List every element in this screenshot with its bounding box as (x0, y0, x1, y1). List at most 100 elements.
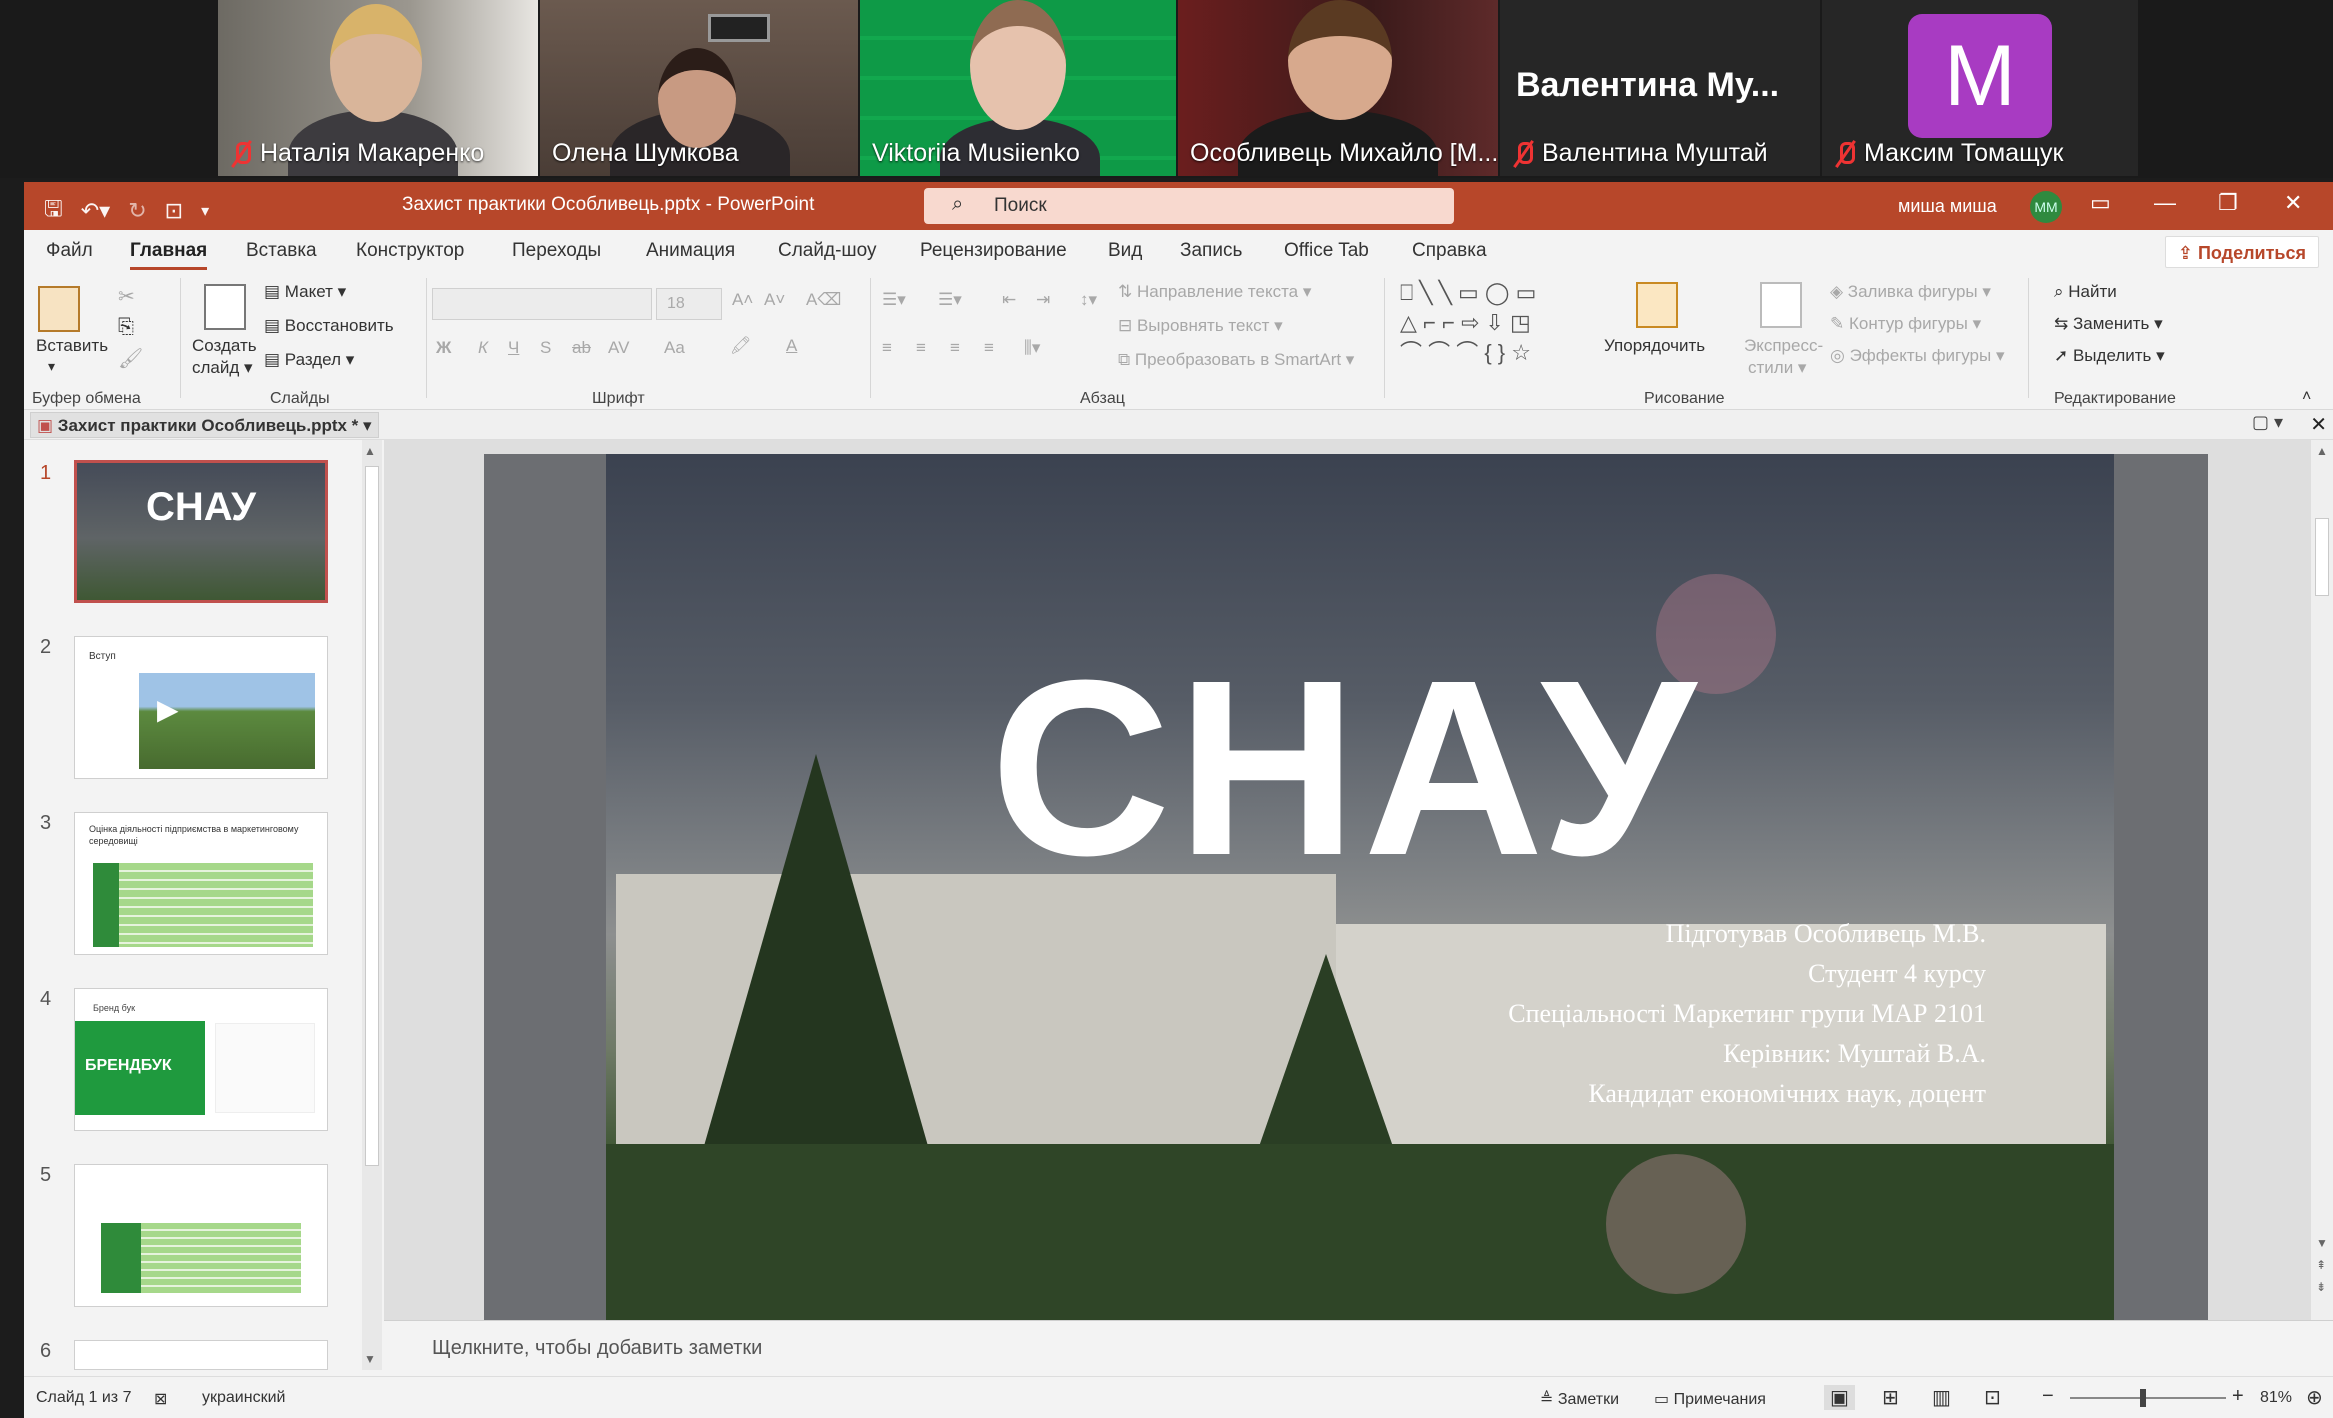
copy-icon[interactable]: ⎘ (118, 316, 134, 339)
shadow-icon[interactable]: S (540, 338, 551, 358)
tab-design[interactable]: Конструктор (356, 240, 464, 262)
zoom-out-icon[interactable]: − (2042, 1385, 2054, 1408)
save-icon[interactable]: 🖫 (44, 192, 63, 230)
new-slide-button[interactable]: Создать (192, 336, 257, 356)
tab-record[interactable]: Запись (1180, 240, 1242, 262)
user-name[interactable]: миша миша (1898, 196, 1997, 217)
shape-outline-button[interactable]: ✎ Контур фигуры ▾ (1830, 314, 1981, 334)
decrease-font-icon[interactable]: A˅ (764, 290, 785, 310)
columns-icon[interactable]: ⫼▾ (1024, 338, 1040, 358)
thumbnails-scrollbar[interactable]: ▲ ▼ (362, 440, 382, 1370)
zoom-slider-thumb[interactable] (2140, 1389, 2146, 1407)
tab-help[interactable]: Справка (1412, 240, 1487, 262)
participant-tile[interactable]: Viktoriia Musiienko (860, 0, 1176, 176)
scrollbar-thumb[interactable] (2315, 518, 2329, 596)
close-button[interactable]: ✕ (2284, 190, 2302, 216)
tab-menu-icon[interactable]: ▢ ▾ (2252, 412, 2283, 433)
participant-tile[interactable]: M Максим Томащук (1822, 0, 2138, 176)
current-slide[interactable]: СНАУ Підготував Особливець М.В. Студент … (484, 454, 2208, 1328)
layout-button[interactable]: ▤ Макет ▾ (264, 282, 346, 302)
tab-transitions[interactable]: Переходы (512, 240, 601, 262)
shapes-gallery[interactable]: ⎕ ╲ ╲ ▭ ◯ ▭ △ ⌐ ⌐ ⇨ ⇩ ◳ ⌒ ⌒ ⌒ { } ☆ (1400, 278, 1592, 372)
zoom-slider[interactable] (2070, 1389, 2226, 1407)
tab-view[interactable]: Вид (1108, 240, 1142, 262)
tab-animations[interactable]: Анимация (646, 240, 735, 262)
slide-thumbnail-6[interactable] (74, 1340, 328, 1370)
search-box[interactable]: ⌕ Поиск (924, 188, 1454, 224)
new-slide-icon[interactable] (204, 284, 246, 330)
strikethrough-icon[interactable]: ab (572, 338, 591, 358)
find-button[interactable]: ⌕ Найти (2054, 282, 2117, 302)
replace-button[interactable]: ⇆ Заменить ▾ (2054, 314, 2163, 334)
change-case-icon[interactable]: Aa (664, 338, 685, 358)
smartart-button[interactable]: ⧉ Преобразовать в SmartArt ▾ (1118, 350, 1354, 370)
cut-icon[interactable]: ✂ (118, 284, 135, 309)
select-button[interactable]: ➚ Выделить ▾ (2054, 346, 2165, 366)
comments-toggle[interactable]: ▭ Примечания (1654, 1389, 1766, 1409)
redo-icon[interactable]: ↻ (128, 198, 146, 224)
slide-subtitle[interactable]: Підготував Особливець М.В. Студент 4 кур… (1508, 914, 1986, 1114)
quick-styles-icon[interactable] (1760, 282, 1802, 328)
arrange-icon[interactable] (1636, 282, 1678, 328)
notes-toggle[interactable]: ≜ Заметки (1540, 1389, 1619, 1409)
fit-slide-icon[interactable]: ⊕ (2306, 1385, 2323, 1410)
quick-styles-button-line2[interactable]: стили ▾ (1748, 358, 1806, 378)
increase-indent-icon[interactable]: ⇥ (1036, 290, 1050, 310)
zoom-in-icon[interactable]: + (2232, 1385, 2244, 1408)
decrease-indent-icon[interactable]: ⇤ (1002, 290, 1016, 310)
slide-thumbnail-3[interactable]: Оцінка діяльності підприємства в маркети… (74, 812, 328, 955)
zoom-level[interactable]: 81% (2260, 1389, 2292, 1407)
align-right-icon[interactable]: ≡ (950, 338, 960, 358)
participant-tile[interactable]: Валентина Му... Валентина Муштай (1500, 0, 1820, 176)
paste-button[interactable]: Вставить (36, 336, 108, 356)
paste-dropdown-icon[interactable]: ▾ (48, 358, 55, 375)
numbering-icon[interactable]: ☰▾ (938, 290, 962, 310)
participant-tile[interactable]: Наталія Макаренко (218, 0, 538, 176)
format-painter-icon[interactable]: 🖌 (118, 346, 143, 371)
shape-effects-button[interactable]: ◎ Эффекты фигуры ▾ (1830, 346, 2005, 366)
reading-view-icon[interactable]: ▥ (1932, 1385, 1951, 1410)
slideshow-view-icon[interactable]: ⊡ (1984, 1385, 2001, 1410)
slide-thumbnail-5[interactable] (74, 1164, 328, 1307)
slide-thumbnail-2[interactable]: Вступ ▶ (74, 636, 328, 779)
normal-view-icon[interactable]: ▣ (1824, 1385, 1855, 1410)
restore-button[interactable]: ❐ (2218, 190, 2238, 216)
customize-icon[interactable]: ▾ (201, 201, 209, 221)
scroll-up-icon[interactable]: ▲ (364, 444, 376, 458)
highlight-icon[interactable]: 🖍 (730, 336, 752, 356)
text-direction-button[interactable]: ⇅ Направление текста ▾ (1118, 282, 1311, 302)
quick-styles-button[interactable]: Экспресс- (1744, 336, 1823, 356)
tab-home[interactable]: Главная (130, 240, 208, 270)
paste-icon[interactable] (38, 286, 80, 332)
align-center-icon[interactable]: ≡ (916, 338, 926, 358)
scrollbar-thumb[interactable] (365, 466, 379, 1166)
bold-icon[interactable]: Ж (436, 338, 451, 358)
bullets-icon[interactable]: ☰▾ (882, 290, 906, 310)
arrange-button[interactable]: Упорядочить (1604, 336, 1705, 356)
document-tab[interactable]: ▣ Захист практики Особливець.pptx * ▾ (30, 412, 379, 438)
minimize-button[interactable]: — (2154, 190, 2176, 216)
previous-slide-icon[interactable]: ⇞ (2316, 1258, 2326, 1272)
tab-slideshow[interactable]: Слайд-шоу (778, 240, 877, 262)
font-color-icon[interactable]: A (786, 336, 797, 356)
scroll-down-icon[interactable]: ▼ (2316, 1236, 2328, 1250)
tab-insert[interactable]: Вставка (246, 240, 317, 262)
justify-icon[interactable]: ≡ (984, 338, 994, 358)
ribbon-display-icon[interactable]: ▭ (2090, 190, 2111, 216)
language-indicator[interactable]: украинский (202, 1389, 285, 1407)
new-slide-button-line2[interactable]: слайд ▾ (192, 358, 253, 378)
shape-fill-button[interactable]: ◈ Заливка фигуры ▾ (1830, 282, 1991, 302)
participant-tile[interactable]: Олена Шумкова (540, 0, 858, 176)
font-family-select[interactable] (432, 288, 652, 320)
accessibility-icon[interactable]: ⊠ (154, 1389, 167, 1409)
tab-file[interactable]: Файл (46, 240, 93, 262)
char-spacing-icon[interactable]: AV (608, 338, 629, 358)
align-text-button[interactable]: ⊟ Выровнять текст ▾ (1118, 316, 1283, 336)
undo-icon[interactable]: ↶▾ (81, 198, 110, 224)
user-avatar[interactable]: MM (2030, 191, 2062, 223)
line-spacing-icon[interactable]: ↕▾ (1080, 290, 1097, 310)
italic-icon[interactable]: К (478, 338, 488, 358)
slide-thumbnail-4[interactable]: Бренд бук БРЕНДБУК (74, 988, 328, 1131)
editor-scrollbar[interactable]: ▲ ▼ ⇞ ⇟ (2311, 440, 2333, 1320)
share-button[interactable]: ⇪ Поделиться (2164, 236, 2319, 268)
